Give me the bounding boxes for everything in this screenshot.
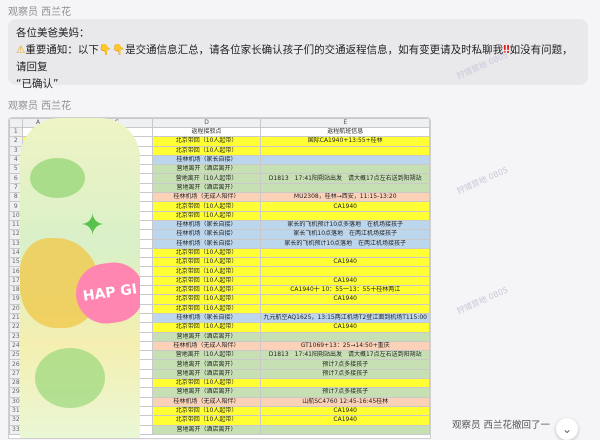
- flight-info-cell: 家长的飞机预计10点多落地 在机场接孩子: [260, 219, 430, 231]
- pickup-point-cell: 北京带回（10人起带）: [151, 285, 262, 296]
- pickup-point-cell: 营地离开（酒店离开）: [151, 182, 262, 194]
- flight-info-cell: [260, 145, 430, 156]
- pickup-point-cell: 北京带回（10人起带）: [151, 210, 262, 221]
- flight-info-cell: [260, 377, 430, 389]
- pickup-point-cell: 桂林机场（家长自接）: [151, 154, 262, 166]
- pickup-point-cell: 营地离开（酒店离开）: [151, 368, 262, 380]
- flight-info-cell: 国际CA1940+13:55+桂林: [260, 136, 430, 147]
- flight-info-cell: [260, 154, 430, 166]
- row-number: 1: [9, 126, 23, 138]
- pickup-point-cell: 北京带回（10人起带）: [151, 377, 262, 389]
- column-header: D: [151, 118, 262, 128]
- flight-info-cell: [260, 424, 430, 435]
- flight-info-cell: GT1069+13：25→14:50+重庆: [260, 340, 430, 352]
- pickup-point-cell: 营地离开（酒店离开）: [151, 424, 262, 435]
- pickup-point-cell: 营地离开（10人起带）: [151, 350, 262, 361]
- column-header: E: [260, 118, 430, 128]
- pickup-point-cell: 桂林机场（家长自接）: [151, 312, 262, 324]
- notice-reply: “已确认”: [16, 78, 59, 90]
- flight-info-cell: [260, 303, 430, 314]
- flight-info-cell: D1813 17:41阳朔站出发 请大概17点左右送到阳朔站: [260, 173, 430, 184]
- pickup-point-cell: 桂林机场（家长自接）: [151, 229, 262, 240]
- flight-info-cell: 山航SC4760 12:45-16:45桂林: [260, 396, 430, 407]
- sticker-overlay: ✦ HAP GI: [20, 118, 140, 438]
- flight-info-cell: CA1940: [260, 322, 430, 333]
- pickup-point-cell: 北京带回（10人起带）: [151, 136, 262, 147]
- pickup-point-cell: 桂林机场（无成人陪伴）: [151, 396, 262, 407]
- flight-info-cell: [260, 164, 430, 175]
- chevron-down-icon[interactable]: ⌄: [556, 418, 578, 440]
- point-down-icon: 👇👇: [98, 44, 126, 56]
- pickup-point-cell: 返程接驳点: [151, 126, 262, 138]
- system-message: 观察员 西兰花撤回了一: [452, 420, 551, 431]
- flight-info-cell: [260, 266, 430, 277]
- flight-info-cell: 家长飞机10点落地 在两江机场接孩子: [260, 229, 430, 240]
- row-number: 2: [9, 136, 23, 147]
- flight-info-cell: CA1940: [260, 201, 430, 212]
- pickup-point-cell: 营地离开（10人起带）: [151, 173, 262, 184]
- pickup-point-cell: 桂林机场（家长自接）: [151, 219, 262, 231]
- pickup-point-cell: 桂林机场（无成人陪伴）: [151, 340, 262, 352]
- flight-info-cell: [260, 247, 430, 259]
- flight-info-cell: D1813 17:41阳朔站出发 请大概17点左右送到阳朔站: [260, 350, 430, 361]
- pickup-point-cell: 桂林机场（无成人陪伴）: [151, 192, 262, 203]
- flight-info-cell: CA1940十 10：55一13：55十桂林两江: [260, 285, 430, 296]
- watermark: 狩猎营地 0805: [455, 165, 510, 196]
- pickup-point-cell: 营地离开（酒店离开）: [151, 387, 262, 398]
- warning-icon: ⚠: [16, 44, 26, 56]
- flight-info-cell: CA1940: [260, 415, 430, 426]
- pickup-point-cell: 北京带回（10人起带）: [151, 201, 262, 212]
- flight-info-cell: [260, 331, 430, 342]
- notice-body: 是交通信息汇总，请各位家长确认孩子们的交通返程信息，如有变更请及时私聊我: [125, 44, 504, 56]
- pickup-point-cell: 北京带回（10人起带）: [151, 247, 262, 259]
- flight-info-cell: CA1940: [260, 257, 430, 268]
- flight-info-cell: CA1940: [260, 405, 430, 417]
- flight-info-cell: CA1940: [260, 294, 430, 305]
- pickup-point-cell: 北京带回（10人起带）: [151, 294, 262, 305]
- pickup-point-cell: 营地离开（酒店离开）: [151, 331, 262, 342]
- flight-info-cell: 预计7点多接孩子: [260, 359, 430, 370]
- flight-info-cell: [260, 182, 430, 194]
- pickup-point-cell: 北京带回（10人起带）: [151, 145, 262, 156]
- flight-info-cell: 预计7点多接孩子: [260, 368, 430, 380]
- pickup-point-cell: 北京带回（10人起带）: [151, 405, 262, 417]
- notice-prefix: 重要通知：以下: [25, 44, 99, 56]
- flight-info-cell: 返程航班信息: [260, 126, 430, 138]
- sender-name: 观察员 西兰花: [8, 7, 72, 18]
- pickup-point-cell: 北京带回（10人起带）: [151, 415, 262, 426]
- flight-info-cell: [260, 210, 430, 221]
- flight-info-cell: MU2308，桂林→西安，11:15-13:20: [260, 192, 430, 203]
- sparkle-icon: ✦: [80, 208, 106, 243]
- pickup-point-cell: 北京带回（10人起带）: [151, 303, 262, 314]
- pickup-point-cell: 营地离开（酒店离开）: [151, 359, 262, 370]
- greeting-text: 各位美爸美妈：: [16, 27, 90, 39]
- pickup-point-cell: 营地离开（酒店离开）: [151, 164, 262, 175]
- sender-name-image: 观察员 西兰花: [8, 101, 72, 112]
- flight-info-cell: 九元航空AQ1625，13:15两江机场T2登江面到机场T115:00: [260, 312, 430, 324]
- pickup-point-cell: 北京带回（10人起带）: [151, 275, 262, 287]
- pickup-point-cell: 北京带回（10人起带）: [151, 257, 262, 268]
- flight-info-cell: 预计7点多接孩子: [260, 387, 430, 398]
- pickup-point-cell: 桂林机场（家长自接）: [151, 238, 262, 249]
- flight-info-cell: CA1940: [260, 275, 430, 287]
- pickup-point-cell: 北京带回（10人起带）: [151, 266, 262, 277]
- flight-info-cell: 家长的飞机预计10点落地 在两江机场接孩子: [260, 238, 430, 249]
- pickup-point-cell: 北京带回（10人起带）: [151, 322, 262, 333]
- watermark: 狩猎营地 0805: [455, 285, 510, 316]
